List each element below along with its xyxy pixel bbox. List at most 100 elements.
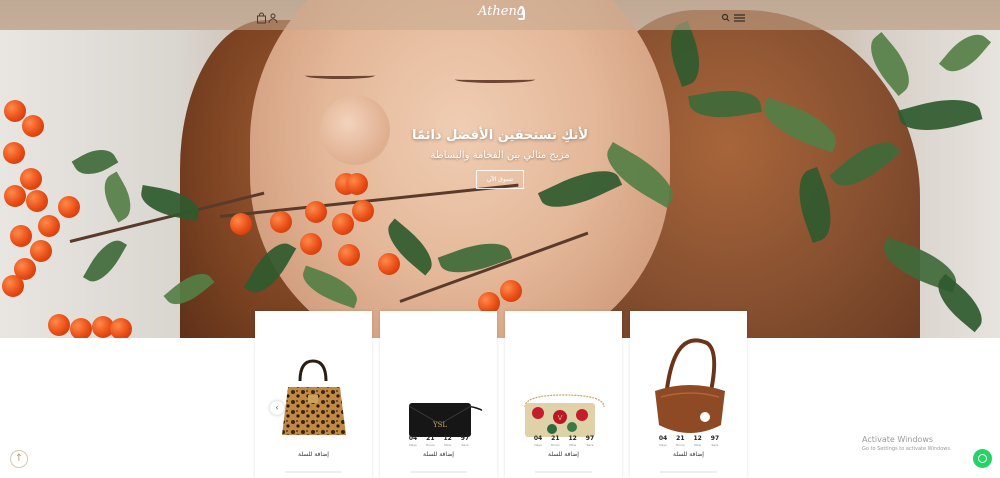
berry (2, 275, 24, 297)
product-card[interactable]: V 04 Days 21 Hours 12 Mins 97 Secs إضافة للس… (505, 311, 622, 478)
page: لأنكِ تستحقين الأفضل دائمًا مزيج مثالي ب… (0, 0, 1000, 478)
countdown-hours: 21 Hours (673, 435, 687, 447)
countdown-value: 97 (585, 435, 595, 442)
countdown-days: 04 Days (531, 435, 545, 447)
berry (70, 318, 92, 338)
add-to-cart-button[interactable]: إضافة للسلة (515, 451, 612, 458)
card-divider (660, 471, 717, 473)
add-to-cart-button[interactable]: إضافة للسلة (265, 451, 362, 458)
floral-shoulder-bag-image: V (524, 394, 605, 437)
chevron-left-icon: ‹ (275, 403, 279, 412)
countdown-minutes: 12 Mins (566, 435, 580, 447)
carousel-prev-button[interactable]: ‹ (270, 401, 284, 415)
card-divider (535, 471, 592, 473)
berry (26, 190, 48, 212)
scroll-to-top-button[interactable]: ↑ (10, 450, 28, 468)
activate-windows-title: Activate Windows (862, 435, 934, 444)
berry (48, 314, 70, 336)
countdown-unit: Days (659, 443, 667, 447)
product-card[interactable]: YSL 04 Days 21 Hours 12 Mins 97 Secs إضافة ل… (380, 311, 497, 478)
brown-crescent-bag-image (655, 338, 725, 433)
countdown-minutes: 12 Mins (691, 435, 705, 447)
berry (270, 211, 292, 233)
whatsapp-icon[interactable] (973, 449, 992, 468)
countdown-unit: Hours (675, 443, 685, 447)
berry (3, 142, 25, 164)
card-divider (410, 471, 467, 473)
countdown-value: 12 (443, 435, 452, 442)
berry (332, 213, 354, 235)
hero-eye (305, 72, 375, 79)
menu-icon[interactable] (733, 9, 746, 22)
countdown-value: 21 (426, 435, 435, 442)
berry (58, 196, 80, 218)
berry (300, 233, 322, 255)
countdown-value: 12 (568, 435, 577, 442)
countdown-unit: Days (534, 443, 542, 447)
hero-subtitle: مزيج مثالي بين الفخامة والبساطة (430, 150, 570, 161)
activate-windows-subtitle: Go to Settings to activate Windows. (862, 446, 952, 452)
countdown-timer: 04 Days 21 Hours 12 Mins 97 Secs (656, 435, 722, 447)
countdown-value: 97 (460, 435, 470, 442)
berry (22, 115, 44, 137)
countdown-unit: Mins (694, 443, 702, 447)
countdown-unit: Mins (569, 443, 577, 447)
countdown-value: 21 (676, 435, 685, 442)
add-to-cart-button[interactable]: إضافة للسلة (390, 451, 487, 458)
berry (305, 201, 327, 223)
countdown-hours: 21 Hours (548, 435, 562, 447)
countdown-value: 21 (551, 435, 560, 442)
countdown-days: 04 Days (656, 435, 670, 447)
countdown-value: 04 (533, 435, 543, 442)
countdown-unit: Hours (425, 443, 435, 447)
countdown-timer: 04 Days 21 Hours 12 Mins 97 Secs (406, 435, 472, 447)
countdown-value: 04 (408, 435, 418, 442)
countdown-unit: Hours (550, 443, 560, 447)
countdown-timer: 04 Days 21 Hours 12 Mins 97 Secs (531, 435, 597, 447)
logo-mark-icon (518, 6, 525, 20)
svg-text:V: V (558, 414, 563, 422)
search-icon[interactable] (720, 9, 732, 22)
activate-windows-watermark: Activate Windows Go to Settings to activ… (862, 435, 952, 452)
shop-now-button[interactable]: تسوق الآن (475, 170, 525, 189)
card-divider (285, 471, 342, 473)
black-clutch-image: YSL (408, 403, 482, 437)
berry (346, 173, 368, 195)
berry (20, 168, 42, 190)
berry (230, 213, 252, 235)
add-to-cart-button[interactable]: إضافة للسلة (640, 451, 737, 458)
berry (378, 253, 400, 275)
countdown-hours: 21 Hours (423, 435, 437, 447)
countdown-value: 12 (693, 435, 702, 442)
countdown-seconds: 97 Secs (458, 435, 472, 447)
countdown-unit: Secs (461, 443, 469, 447)
berry (110, 318, 132, 338)
arrow-up-icon: ↑ (14, 453, 24, 464)
countdown-unit: Mins (444, 443, 452, 447)
berry (4, 100, 26, 122)
countdown-days: 04 Days (406, 435, 420, 447)
site-header: Athena (0, 0, 1000, 30)
countdown-value: 04 (658, 435, 668, 442)
product-card[interactable]: 04 Days 21 Hours 12 Mins 97 Secs إضافة للسلة (630, 311, 747, 478)
countdown-seconds: 97 Secs (708, 435, 722, 447)
hero-title: لأنكِ تستحقين الأفضل دائمًا (411, 128, 589, 143)
berry (4, 185, 26, 207)
berry (338, 244, 360, 266)
berry (10, 225, 32, 247)
countdown-unit: Secs (711, 443, 719, 447)
user-icon[interactable] (267, 9, 279, 24)
countdown-seconds: 97 Secs (583, 435, 597, 447)
berry (30, 240, 52, 262)
leopard-tote-bag-image (282, 359, 346, 435)
hero-banner: لأنكِ تستحقين الأفضل دائمًا مزيج مثالي ب… (0, 0, 1000, 338)
countdown-minutes: 12 Mins (441, 435, 455, 447)
hero-eye (455, 76, 535, 83)
hero-text-block: لأنكِ تستحقين الأفضل دائمًا مزيج مثالي ب… (380, 128, 620, 189)
product-card[interactable]: إضافة للسلة (255, 311, 372, 478)
berry (500, 280, 522, 302)
countdown-unit: Secs (586, 443, 594, 447)
svg-text:YSL: YSL (432, 421, 447, 429)
countdown-unit: Days (409, 443, 417, 447)
berry (352, 200, 374, 222)
